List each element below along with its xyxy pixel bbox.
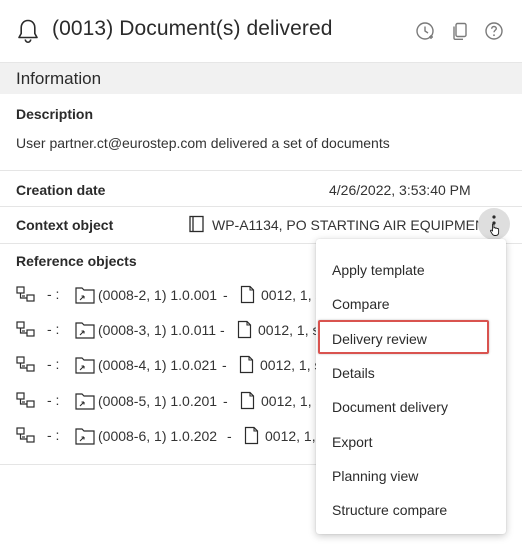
folder-link-icon	[75, 322, 95, 339]
menu-item-label: Details	[332, 365, 375, 381]
reference-separator: -	[223, 393, 228, 409]
context-menu: Apply template Compare Delivery review Deta…	[316, 239, 506, 534]
menu-item-label: Export	[332, 434, 373, 450]
creation-date-label: Creation date	[16, 182, 106, 198]
menu-item-label: Compare	[332, 296, 390, 312]
folder-link-icon	[75, 428, 95, 445]
context-object-link[interactable]: WP-A1134, PO STARTING AIR EQUIPMENT	[212, 217, 494, 233]
panel-header: (0013) Document(s) delivered	[0, 0, 522, 62]
document-icon	[240, 285, 255, 304]
menu-item-label: Apply template	[332, 262, 425, 278]
menu-item-label: Planning view	[332, 468, 419, 484]
relation-icon	[16, 427, 35, 443]
reference-separator: -	[227, 428, 232, 444]
section-title: Information	[16, 69, 102, 88]
menu-item-document-delivery[interactable]: Document delivery	[316, 390, 506, 424]
menu-item-planning-view[interactable]: Planning view	[316, 459, 506, 493]
folder-link-icon	[75, 357, 95, 374]
notification-detail-panel: (0013) Document(s) delivered Information…	[0, 0, 522, 547]
section-header: Information	[0, 62, 522, 94]
folder-link-icon	[75, 287, 95, 304]
menu-item-apply-template[interactable]: Apply template	[316, 253, 506, 287]
divider	[0, 170, 522, 171]
reference-separator: -	[220, 322, 225, 338]
help-icon[interactable]	[483, 20, 505, 42]
relation-icon	[16, 321, 35, 337]
divider	[0, 206, 522, 207]
document-icon	[237, 320, 252, 339]
relation-marker: - :	[47, 286, 60, 302]
menu-item-label: Structure compare	[332, 502, 448, 518]
reference-row[interactable]: - : (0008-4, 1) 1.0.021-0012, 1, sear	[16, 355, 346, 375]
folder-link-icon	[75, 393, 95, 410]
history-icon[interactable]	[414, 20, 436, 42]
document-icon	[244, 426, 259, 445]
reference-source[interactable]: (0008-6, 1) 1.0.202	[98, 428, 217, 444]
reference-row[interactable]: - : (0008-6, 1) 1.0.202-0012, 1, sear	[16, 426, 346, 446]
book-icon	[189, 215, 204, 233]
document-icon	[240, 391, 255, 410]
relation-icon	[16, 356, 35, 372]
reference-source[interactable]: (0008-4, 1) 1.0.021	[98, 357, 217, 373]
context-object-label: Context object	[16, 217, 114, 233]
reference-row[interactable]: - : (0008-2, 1) 1.0.001-0012, 1, sear	[16, 285, 346, 305]
relation-icon	[16, 286, 35, 302]
creation-date-value: 4/26/2022, 3:53:40 PM	[329, 182, 471, 198]
reference-source[interactable]: (0008-5, 1) 1.0.201	[98, 393, 217, 409]
highlight-annotation	[318, 320, 489, 354]
reference-row[interactable]: - : (0008-3, 1) 1.0.011-0012, 1, sear	[16, 320, 346, 340]
relation-marker: - :	[47, 427, 60, 443]
menu-item-details[interactable]: Details	[316, 356, 506, 390]
relation-icon	[16, 392, 35, 408]
menu-item-export[interactable]: Export	[316, 425, 506, 459]
relation-marker: - :	[47, 321, 60, 337]
bell-icon	[18, 19, 38, 44]
description-label: Description	[16, 106, 94, 122]
divider	[0, 464, 316, 465]
reference-row[interactable]: - : (0008-5, 1) 1.0.201-0012, 1, sear	[16, 391, 346, 411]
reference-objects-label: Reference objects	[16, 253, 137, 269]
menu-item-structure-compare[interactable]: Structure compare	[316, 493, 506, 527]
reference-separator: -	[222, 357, 227, 373]
relation-marker: - :	[47, 392, 60, 408]
reference-source[interactable]: (0008-3, 1) 1.0.011	[98, 322, 216, 338]
menu-item-compare[interactable]: Compare	[316, 287, 506, 321]
relation-marker: - :	[47, 356, 60, 372]
page-title: (0013) Document(s) delivered	[52, 17, 333, 40]
copy-icon[interactable]	[449, 20, 471, 42]
reference-source[interactable]: (0008-2, 1) 1.0.001	[98, 287, 217, 303]
menu-item-label: Document delivery	[332, 399, 448, 415]
document-icon	[239, 355, 254, 374]
more-options-button[interactable]	[478, 208, 510, 240]
description-value: User partner.ct@eurostep.com delivered a…	[16, 135, 390, 151]
more-vertical-icon	[490, 215, 500, 236]
reference-separator: -	[223, 287, 228, 303]
